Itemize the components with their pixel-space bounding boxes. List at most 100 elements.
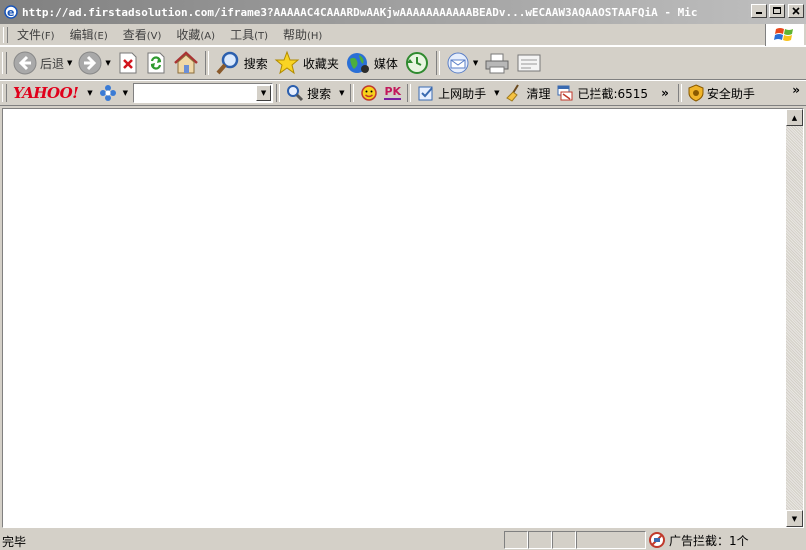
menu-favorites[interactable]: 收藏(A) [170, 26, 224, 43]
yahoo-search-input[interactable] [134, 84, 259, 102]
edit-icon [516, 52, 542, 74]
ad-block-label: 广告拦截：1个 [669, 533, 749, 548]
media-button[interactable]: 媒体 [342, 49, 401, 77]
edit-button[interactable] [513, 49, 545, 77]
refresh-icon [145, 51, 167, 75]
menu-tools[interactable]: 工具(T) [224, 26, 277, 43]
scroll-up-arrow-icon: ▲ [791, 113, 798, 122]
refresh-button[interactable] [142, 49, 170, 77]
assistant-label: 上网助手 [438, 86, 487, 101]
history-icon [404, 50, 430, 76]
mail-dropdown-icon[interactable]: ▼ [473, 59, 478, 67]
yahoo-toolbar: YAHOO! ▼ ▼ ▼ 搜索 ▼ PK 上网助手 ▼ 清理 已拦截:6515 … [0, 80, 806, 106]
shield-icon [688, 84, 704, 102]
back-dropdown-icon[interactable]: ▼ [67, 59, 72, 67]
menu-view[interactable]: 查看(V) [117, 26, 171, 43]
back-button[interactable]: 后退 ▼ [10, 49, 75, 77]
flower-icon [99, 84, 117, 102]
smiley-face-icon [360, 84, 378, 102]
close-button[interactable] [788, 4, 804, 18]
maximize-button[interactable] [769, 4, 785, 18]
menu-tools-accel: (T) [254, 31, 268, 42]
menu-file-accel: (F) [41, 31, 55, 42]
menu-file[interactable]: 文件(F) [11, 26, 64, 43]
vertical-scrollbar[interactable]: ▲ ▼ [786, 109, 803, 527]
ad-block-icon [648, 531, 666, 549]
menubar-grip[interactable] [3, 26, 8, 43]
favorites-star-icon [274, 50, 300, 76]
yahoo-logo: YAHOO! [13, 84, 79, 102]
status-panel-2 [528, 531, 552, 549]
search-label: 搜索 [243, 56, 268, 71]
menu-tools-label: 工具 [230, 28, 255, 42]
yahoo-separator-3 [407, 84, 412, 102]
stop-button[interactable] [114, 49, 142, 77]
menu-favorites-accel: (A) [200, 31, 216, 42]
menu-help-accel: (H) [307, 31, 323, 42]
search-history-dropdown[interactable]: ▼ [256, 85, 272, 101]
menu-help-label: 帮助 [283, 28, 308, 42]
media-label: 媒体 [373, 56, 398, 71]
assistant-button[interactable]: 上网助手 ▼ [414, 82, 502, 104]
assistant-dropdown-icon[interactable]: ▼ [494, 89, 499, 97]
home-icon [173, 51, 199, 75]
title-bar[interactable]: e http://ad.firstadsolution.com/iframe3?… [0, 0, 806, 24]
security-assistant-label: 安全助手 [706, 86, 755, 101]
menu-edit[interactable]: 编辑(E) [64, 26, 117, 43]
yahoo-toolbar-grip[interactable] [2, 84, 7, 102]
flower-dropdown-icon[interactable]: ▼ [123, 89, 128, 97]
menu-file-label: 文件 [17, 28, 42, 42]
mail-icon [446, 51, 470, 75]
forward-dropdown-icon[interactable]: ▼ [105, 59, 110, 67]
svg-text:e: e [7, 6, 14, 19]
scroll-up-button[interactable]: ▲ [786, 109, 803, 126]
yahoo-search-button[interactable]: 搜索 ▼ [283, 82, 347, 104]
windows-logo-icon [765, 24, 804, 46]
blocked-count-label: 已拦截:6515 [577, 86, 649, 101]
menu-edit-accel: (E) [93, 31, 108, 42]
assistant-check-icon [417, 84, 435, 102]
search-button[interactable]: 搜索 [212, 49, 271, 77]
forward-button[interactable]: ▼ [75, 49, 113, 77]
print-icon [484, 51, 510, 75]
menu-view-label: 查看 [122, 28, 147, 42]
status-panel-1 [504, 531, 528, 549]
flower-menu-button[interactable]: ▼ [96, 82, 131, 104]
home-button[interactable] [170, 49, 202, 77]
toolbar-grip[interactable] [2, 52, 7, 74]
smiley-button[interactable] [357, 82, 381, 104]
favorites-button[interactable]: 收藏夹 [271, 49, 342, 77]
menu-favorites-label: 收藏 [176, 28, 201, 42]
yahoo-separator-4 [677, 84, 682, 102]
minimize-button[interactable] [751, 4, 767, 18]
toolbar-separator-2 [435, 51, 440, 75]
blocked-popups-button[interactable]: 已拦截:6515 [553, 82, 651, 104]
more-tools-chevron[interactable]: » [655, 86, 675, 100]
yahoo-search-dropdown-icon[interactable]: ▼ [339, 89, 344, 97]
yahoo-search-box[interactable]: ▼ [133, 83, 274, 103]
menu-help[interactable]: 帮助(H) [277, 26, 331, 43]
ad-block-status[interactable]: 广告拦截：1个 [648, 531, 749, 549]
status-panel-4 [576, 531, 646, 549]
security-assistant-button[interactable]: 安全助手 [685, 82, 758, 104]
clean-label: 清理 [526, 86, 551, 101]
yahoo-dropdown-icon[interactable]: ▼ [87, 89, 92, 97]
yahoo-logo-button[interactable]: YAHOO! ▼ [10, 82, 96, 104]
history-button[interactable] [401, 49, 433, 77]
browser-window: e http://ad.firstadsolution.com/iframe3?… [0, 0, 806, 550]
mail-button[interactable]: ▼ [443, 49, 481, 77]
yahoo-separator-2 [350, 84, 355, 102]
toolbar-separator [204, 51, 209, 75]
scroll-down-button[interactable]: ▼ [786, 510, 803, 527]
stop-icon [117, 51, 139, 75]
clean-button[interactable]: 清理 [502, 82, 553, 104]
print-button[interactable] [481, 49, 513, 77]
window-title: http://ad.firstadsolution.com/iframe3?AA… [22, 5, 698, 19]
toolbar-overflow-chevron[interactable]: » [786, 83, 806, 97]
pk-button[interactable]: PK [381, 82, 404, 104]
yahoo-search-label: 搜索 [307, 86, 332, 101]
status-text: 完毕 [2, 535, 27, 549]
favorites-label: 收藏夹 [302, 56, 339, 71]
yahoo-separator [276, 84, 281, 102]
page-content[interactable]: ▲ ▼ [2, 108, 804, 528]
